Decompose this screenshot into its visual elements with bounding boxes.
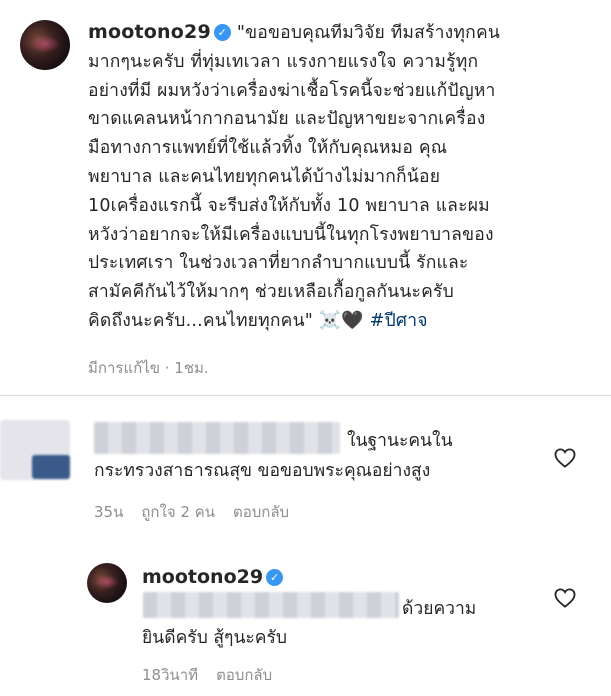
- comment-likes-link[interactable]: ถูกใจ 2 คน: [141, 503, 215, 521]
- comment-username-blurred[interactable]: [94, 422, 340, 454]
- reply-author-username[interactable]: mootono29: [142, 566, 263, 588]
- divider: [0, 395, 611, 396]
- post-author-avatar[interactable]: [20, 20, 70, 70]
- comment-meta: 35น ถูกใจ 2 คน ตอบกลับ: [94, 500, 307, 524]
- post-caption: mootono29 ✓ "ขอขอบคุณทีมวิจัย ทีมสร้างทุกค…: [88, 18, 598, 336]
- comment-avatar-blurred[interactable]: [0, 420, 70, 480]
- reply-author-avatar[interactable]: [87, 563, 127, 603]
- verified-badge-icon: ✓: [213, 24, 231, 41]
- post-author-username[interactable]: mootono29: [88, 21, 211, 43]
- comment-time: 35น: [94, 503, 124, 521]
- reply-meta: 18วินาที ตอบกลับ: [142, 663, 290, 687]
- heart-outline-icon[interactable]: [554, 588, 576, 608]
- caption-emojis: ☠️🖤: [318, 309, 364, 331]
- heart-outline-icon[interactable]: [554, 448, 576, 468]
- reply-text-line1: ด้วยความ: [402, 599, 477, 619]
- reply-author: mootono29 ✓: [142, 566, 289, 588]
- reply-text-line2: ยินดีครับ สู้ๆนะครับ: [142, 628, 288, 648]
- mention-blurred[interactable]: [143, 592, 399, 618]
- hashtag-link[interactable]: #ปีศาจ: [370, 311, 428, 331]
- reply-button[interactable]: ตอบกลับ: [216, 666, 272, 684]
- comment-text-line1: ในฐานะคนใน: [347, 431, 453, 451]
- reply-time: 18วินาที: [142, 666, 199, 684]
- reply-button[interactable]: ตอบกลับ: [233, 503, 289, 521]
- caption-text: "ขอขอบคุณทีมวิจัย ทีมสร้างทุกคน มากๆนะคร…: [88, 23, 501, 331]
- comment-text-line2: กระทรวงสาธารณสุข ขอขอบพระคุณอย่างสูง: [94, 461, 431, 481]
- verified-badge-icon: ✓: [266, 569, 284, 586]
- post-edited-time: มีการแก้ไข · 1ชม.: [88, 359, 209, 377]
